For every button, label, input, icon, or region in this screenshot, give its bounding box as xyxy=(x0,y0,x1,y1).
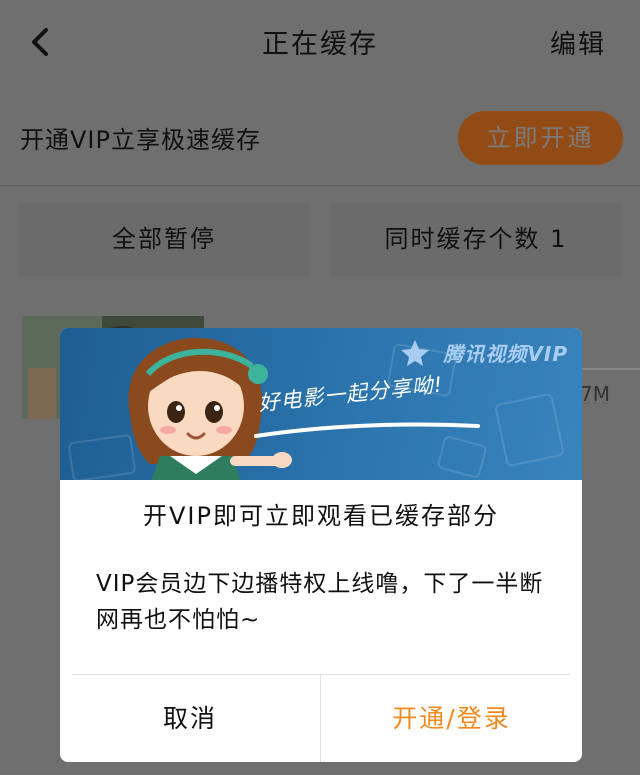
concurrent-downloads-button[interactable]: 同时缓存个数 1 xyxy=(330,203,622,276)
dialog-message: VIP会员边下边播特权上线噜，下了一半断网再也不怕怕~ xyxy=(96,571,544,633)
cancel-button[interactable]: 取消 xyxy=(60,675,320,762)
pause-all-button[interactable]: 全部暂停 xyxy=(18,203,310,276)
page-title: 正在缓存 xyxy=(262,29,378,60)
open-vip-now-button[interactable]: 立即开通 xyxy=(458,111,623,165)
edit-button[interactable]: 编辑 xyxy=(550,24,606,61)
decor-shape xyxy=(436,434,488,480)
vip-promo-text: 开通VIP立享极速缓存 xyxy=(20,126,261,154)
brand-star-icon xyxy=(401,340,429,366)
download-item-size: 7M xyxy=(580,382,610,406)
vip-promo-bar: 开通VIP立享极速缓存 立即开通 xyxy=(0,90,640,186)
download-controls: 全部暂停 同时缓存个数 1 xyxy=(0,203,640,276)
top-bar: 正在缓存 编辑 xyxy=(0,0,640,90)
brand-logo: 腾讯视频VIP xyxy=(443,342,568,366)
download-progress-bar xyxy=(582,368,640,370)
vip-banner: 腾讯视频VIP 好电影一起分享呦! xyxy=(60,328,582,480)
dialog-title: 开VIP即可立即观看已缓存部分 xyxy=(143,502,499,530)
decor-shape xyxy=(493,392,566,468)
vip-dialog: 腾讯视频VIP 好电影一起分享呦! 开VIP即可立即观看已缓存部分 VIP会员边… xyxy=(60,328,582,762)
open-login-button[interactable]: 开通/登录 xyxy=(321,675,582,762)
slogan-underline-icon xyxy=(254,422,480,438)
thumb-shape xyxy=(28,368,56,419)
